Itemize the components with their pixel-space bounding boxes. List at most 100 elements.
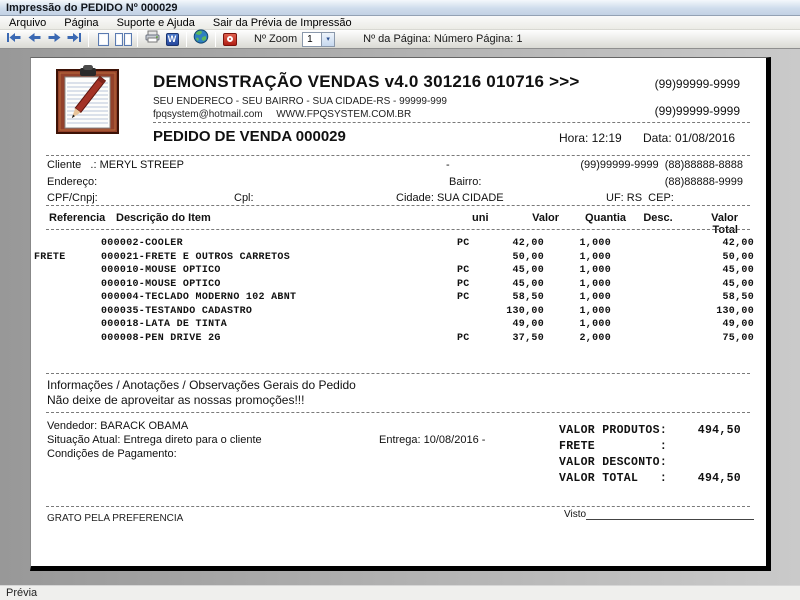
cell-uni: PC: [457, 292, 470, 303]
cell-quantia: 1,000: [579, 319, 611, 330]
status-text: Prévia: [6, 587, 38, 599]
table-row: 000002-COOLER PC 42,00 1,000 42,00: [31, 238, 766, 252]
items-list: 000002-COOLER PC 42,00 1,000 42,00 FRETE 0000…: [31, 238, 766, 346]
menu-sair-previa[interactable]: Sair da Prévia de Impressão: [204, 17, 361, 29]
cell-desc-val: [611, 238, 675, 252]
header-valor: Valor: [532, 212, 559, 224]
order-title: PEDIDO DE VENDA 000029: [153, 128, 346, 145]
cell-total: 130,00: [716, 305, 754, 317]
table-row: 000018-LATA DE TINTA 49,00 1,000 49,00: [31, 319, 766, 333]
total-row: VALOR TOTAL : 494,50: [559, 472, 741, 488]
visto-label: Visto: [564, 509, 587, 520]
cell-valor: 58,50: [512, 292, 544, 303]
menu-pagina[interactable]: Página: [55, 17, 107, 29]
two-page-icon: [114, 32, 132, 46]
divider: [46, 229, 750, 230]
toolbar-separator: [186, 31, 187, 47]
cell-valor: 42,00: [512, 238, 544, 249]
cell-uni: PC: [457, 265, 470, 276]
table-row: 000004-TECLADO MODERNO 102 ABNT PC 58,50 1,…: [31, 292, 766, 306]
total-value: 494,50: [697, 424, 741, 437]
last-page-button[interactable]: [65, 31, 83, 48]
cell-desc-val: [611, 265, 675, 279]
total-label: VALOR DESCONTO:: [559, 456, 668, 469]
first-page-icon: [6, 30, 22, 48]
cell-quantia: 2,000: [579, 332, 611, 344]
exit-preview-button[interactable]: [221, 31, 239, 48]
footer-left: Vendedor: BARACK OBAMA Situação Atual: E…: [47, 419, 262, 461]
cell-ref: [31, 265, 101, 279]
total-label: VALOR TOTAL :: [559, 472, 668, 485]
prev-page-button[interactable]: [25, 31, 43, 48]
client-cidade: Cidade: SUA CIDADE: [396, 192, 504, 204]
client-dash: -: [446, 159, 450, 171]
toolbar: W Nº Zoom 1 ▾ Nº da Página: Número Págin…: [0, 29, 800, 49]
cell-quantia: 1,000: [579, 251, 611, 263]
divider: [153, 122, 750, 123]
printer-icon: [145, 30, 160, 48]
menu-suporte-ajuda[interactable]: Suporte e Ajuda: [108, 17, 204, 29]
toolbar-separator: [88, 31, 89, 47]
next-page-icon: [47, 30, 62, 48]
header-valor-total: Valor Total: [711, 212, 738, 236]
total-label: VALOR PRODUTOS:: [559, 424, 668, 437]
table-row: 000035-TESTANDO CADASTRO 130,00 1,000 130,0…: [31, 306, 766, 320]
web-button[interactable]: [192, 29, 210, 48]
window-title: Impressão do PEDIDO Nº 000029: [6, 1, 178, 14]
single-page-view-button[interactable]: [94, 31, 112, 48]
first-page-button[interactable]: [5, 31, 23, 48]
order-time: Hora: 12:19: [559, 131, 622, 145]
client-cpl-label: Cpl:: [234, 192, 254, 204]
cell-total: 45,00: [722, 265, 754, 276]
cell-valor: 49,00: [512, 319, 544, 330]
next-page-button[interactable]: [45, 31, 63, 48]
chevron-down-icon[interactable]: ▾: [321, 32, 335, 46]
export-word-button[interactable]: W: [163, 31, 181, 48]
cell-desc-val: [611, 292, 675, 306]
cell-ref: [31, 333, 101, 347]
exit-icon: [223, 32, 237, 46]
cell-desc: 000018-LATA DE TINTA: [101, 319, 228, 330]
total-row: FRETE :: [559, 440, 741, 456]
print-button[interactable]: [143, 30, 161, 48]
zoom-value: 1: [307, 33, 313, 45]
notes-promo: Não deixe de aproveitar as nossas promoç…: [47, 392, 305, 407]
zoom-select[interactable]: 1 ▾: [302, 31, 336, 47]
cell-total: 58,50: [722, 292, 754, 303]
client-phone-2: (88)88888-9999: [664, 176, 743, 188]
preview-workspace: DEMONSTRAÇÃO VENDAS v4.0 301216 010716 >…: [0, 49, 800, 585]
table-header: Referencia Descrição do Item uni Valor Q…: [46, 212, 750, 236]
cell-desc: 000010-MOUSE OPTICO: [101, 278, 221, 290]
cell-quantia: 1,000: [579, 305, 611, 317]
cell-quantia: 1,000: [579, 292, 611, 303]
cell-total: 42,00: [722, 238, 754, 249]
header-descricao: Descrição do Item: [116, 212, 211, 224]
two-page-view-button[interactable]: [114, 31, 132, 48]
header-referencia: Referencia: [49, 212, 106, 224]
table-row: 000010-MOUSE OPTICO PC 45,00 1,000 45,00: [31, 265, 766, 279]
client-endereco-label: Endereço:: [47, 176, 98, 188]
prev-page-icon: [27, 30, 42, 48]
document-page: DEMONSTRAÇÃO VENDAS v4.0 301216 010716 >…: [30, 57, 771, 571]
cell-uni: PC: [457, 332, 470, 344]
cell-uni: [453, 252, 489, 266]
menu-arquivo[interactable]: Arquivo: [0, 17, 55, 29]
signature-line: [586, 509, 755, 520]
total-label: FRETE :: [559, 440, 668, 453]
cell-desc-val: [611, 252, 675, 266]
total-row: VALOR PRODUTOS: 494,50: [559, 424, 741, 440]
condicoes-line: Condições de Pagamento:: [47, 448, 177, 460]
company-email: fpqsystem@hotmail.com: [153, 109, 263, 120]
vendedor-line: Vendedor: BARACK OBAMA: [47, 420, 189, 432]
thanks-line: GRATO PELA PREFERENCIA: [47, 513, 184, 524]
menu-bar: Arquivo Página Suporte e Ajuda Sair da P…: [0, 16, 800, 30]
single-page-icon: [97, 32, 109, 46]
cell-desc-val: [611, 279, 675, 293]
cell-desc-val: [611, 333, 675, 347]
divider: [46, 373, 750, 374]
cell-desc: 000035-TESTANDO CADASTRO: [101, 305, 253, 317]
total-value: 494,50: [697, 472, 741, 485]
cell-valor: 37,50: [512, 332, 544, 344]
divider: [46, 412, 750, 413]
client-name: MERYL STREEP: [99, 159, 184, 171]
